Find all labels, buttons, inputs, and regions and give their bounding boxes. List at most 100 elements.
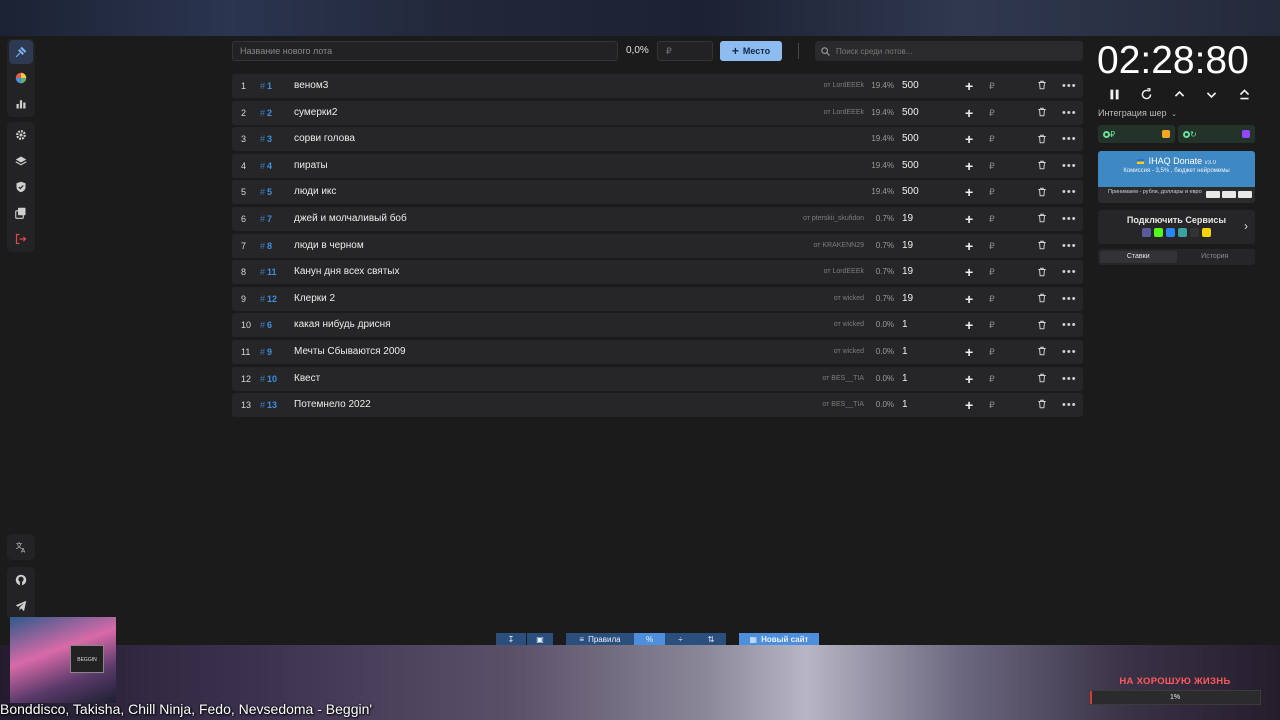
- time-up-button[interactable]: [1169, 84, 1189, 104]
- add-amount-button[interactable]: +: [965, 313, 973, 337]
- add-amount-button[interactable]: +: [965, 180, 973, 204]
- lot-row[interactable]: 3 #3 сорви голова 19.4% 500 + ₽ •••: [232, 127, 1083, 152]
- more-options-button[interactable]: •••: [1062, 74, 1077, 98]
- delete-lot-button[interactable]: [1037, 207, 1047, 231]
- logout-nav-button[interactable]: [9, 227, 33, 251]
- add-amount-button[interactable]: +: [965, 287, 973, 311]
- settings-nav-button[interactable]: [9, 123, 33, 147]
- delete-lot-button[interactable]: [1037, 393, 1047, 417]
- new-lot-name-input[interactable]: Название нового лота: [232, 41, 618, 61]
- lot-row[interactable]: 5 #5 люди икс 19.4% 500 + ₽ •••: [232, 180, 1083, 205]
- add-amount-button[interactable]: +: [965, 260, 973, 284]
- divide-button[interactable]: ÷: [665, 633, 696, 645]
- add-amount-button[interactable]: +: [965, 207, 973, 231]
- lot-name[interactable]: пираты: [294, 154, 328, 178]
- lot-name[interactable]: Клерки 2: [294, 287, 335, 311]
- connect-services-card[interactable]: Подключить Сервисы ›: [1098, 210, 1255, 244]
- more-options-button[interactable]: •••: [1062, 154, 1077, 178]
- lot-name[interactable]: Мечты Сбываются 2009: [294, 340, 406, 364]
- delete-lot-button[interactable]: [1037, 101, 1047, 125]
- delete-lot-button[interactable]: [1037, 180, 1047, 204]
- ihaq-donate-card[interactable]: IHAQ Donate v3.0 Комиссия - 3,5% , бюдже…: [1098, 151, 1255, 189]
- percent-view-button[interactable]: %: [634, 633, 665, 645]
- lot-row[interactable]: 12 #10 Квест от BES__TIA 0.0% 1 + ₽ •••: [232, 366, 1083, 391]
- delete-lot-button[interactable]: [1037, 260, 1047, 284]
- more-options-button[interactable]: •••: [1062, 127, 1077, 151]
- tab-bids[interactable]: Ставки: [1100, 251, 1177, 263]
- library-nav-button[interactable]: [9, 201, 33, 225]
- language-button[interactable]: 文A: [9, 535, 33, 559]
- lot-row[interactable]: 6 #7 джей и молчаливый боб от pterskii_skuf…: [232, 206, 1083, 231]
- lot-row[interactable]: 8 #11 Канун дня всех святых от LordEEEk 0.7%…: [232, 260, 1083, 285]
- lot-amount[interactable]: 1: [902, 313, 908, 337]
- lot-name[interactable]: джей и молчаливый боб: [294, 207, 407, 231]
- lot-amount[interactable]: 500: [902, 154, 919, 178]
- add-amount-button[interactable]: +: [965, 393, 973, 417]
- lot-name[interactable]: веном3: [294, 74, 328, 98]
- lot-row[interactable]: 13 #13 Потемнело 2022 от BES__TIA 0.0% 1 + ₽ •••: [232, 393, 1083, 418]
- lot-row[interactable]: 10 #6 какая нибудь дрисня от wicked 0.0% 1 + ₽ •…: [232, 313, 1083, 338]
- new-lot-amount-input[interactable]: ₽: [657, 41, 713, 61]
- lot-name[interactable]: Канун дня всех святых: [294, 260, 399, 284]
- lot-name[interactable]: Потемнело 2022: [294, 393, 371, 417]
- lot-amount[interactable]: 500: [902, 101, 919, 125]
- auction-nav-button[interactable]: [9, 40, 33, 64]
- donationalerts-integration[interactable]: ₽: [1098, 125, 1175, 143]
- add-place-button[interactable]: + Место: [720, 41, 782, 61]
- time-down-button[interactable]: [1202, 84, 1222, 104]
- lot-name[interactable]: люди икс: [294, 180, 336, 204]
- delete-lot-button[interactable]: [1037, 154, 1047, 178]
- stats-nav-button[interactable]: [9, 92, 33, 116]
- more-options-button[interactable]: •••: [1062, 180, 1077, 204]
- delete-lot-button[interactable]: [1037, 287, 1047, 311]
- more-options-button[interactable]: •••: [1062, 313, 1077, 337]
- lot-amount[interactable]: 19: [902, 234, 913, 258]
- add-amount-button[interactable]: +: [965, 101, 973, 125]
- twitch-integration[interactable]: ↻: [1178, 125, 1255, 143]
- delete-lot-button[interactable]: [1037, 340, 1047, 364]
- lot-amount[interactable]: 1: [902, 367, 908, 391]
- delete-lot-button[interactable]: [1037, 127, 1047, 151]
- wheel-nav-button[interactable]: [9, 66, 33, 90]
- layers-nav-button[interactable]: [9, 149, 33, 173]
- tab-history[interactable]: История: [1177, 251, 1254, 263]
- lot-name[interactable]: Квест: [294, 367, 320, 391]
- github-link[interactable]: [9, 568, 33, 592]
- add-amount-button[interactable]: +: [965, 234, 973, 258]
- download-button[interactable]: ↧: [496, 633, 526, 645]
- add-amount-button[interactable]: +: [965, 127, 973, 151]
- lot-row[interactable]: 7 #8 люди в черном от KRAKENN29 0.7% 19 + ₽ •••: [232, 233, 1083, 258]
- add-amount-button[interactable]: +: [965, 340, 973, 364]
- lot-name[interactable]: какая нибудь дрисня: [294, 313, 391, 337]
- lot-amount[interactable]: 19: [902, 287, 913, 311]
- rules-button[interactable]: ≡ Правила: [566, 633, 634, 645]
- lot-row[interactable]: 4 #4 пираты 19.4% 500 + ₽ •••: [232, 153, 1083, 178]
- lot-amount[interactable]: 19: [902, 260, 913, 284]
- lot-search-input[interactable]: Поиск среди лотов...: [815, 41, 1083, 61]
- security-nav-button[interactable]: [9, 175, 33, 199]
- more-options-button[interactable]: •••: [1062, 287, 1077, 311]
- lot-amount[interactable]: 500: [902, 180, 919, 204]
- more-options-button[interactable]: •••: [1062, 234, 1077, 258]
- more-options-button[interactable]: •••: [1062, 340, 1077, 364]
- delete-lot-button[interactable]: [1037, 367, 1047, 391]
- add-amount-button[interactable]: +: [965, 154, 973, 178]
- more-options-button[interactable]: •••: [1062, 393, 1077, 417]
- lot-amount[interactable]: 500: [902, 74, 919, 98]
- delete-lot-button[interactable]: [1037, 74, 1047, 98]
- delete-lot-button[interactable]: [1037, 313, 1047, 337]
- new-site-button[interactable]: ▦ Новый сайт: [739, 633, 819, 645]
- lot-amount[interactable]: 1: [902, 340, 908, 364]
- lot-row[interactable]: 1 #1 веном3 от LordEEEk 19.4% 500 + ₽ •••: [232, 74, 1083, 98]
- telegram-link[interactable]: [9, 594, 33, 618]
- lot-amount[interactable]: 19: [902, 207, 913, 231]
- add-amount-button[interactable]: +: [965, 367, 973, 391]
- sort-button[interactable]: ⇅: [696, 633, 726, 645]
- more-options-button[interactable]: •••: [1062, 260, 1077, 284]
- reset-timer-button[interactable]: [1137, 84, 1157, 104]
- add-amount-button[interactable]: +: [965, 74, 973, 98]
- lot-name[interactable]: люди в черном: [294, 234, 364, 258]
- lot-amount[interactable]: 500: [902, 127, 919, 151]
- pause-button[interactable]: [1104, 84, 1124, 104]
- time-max-button[interactable]: [1234, 84, 1254, 104]
